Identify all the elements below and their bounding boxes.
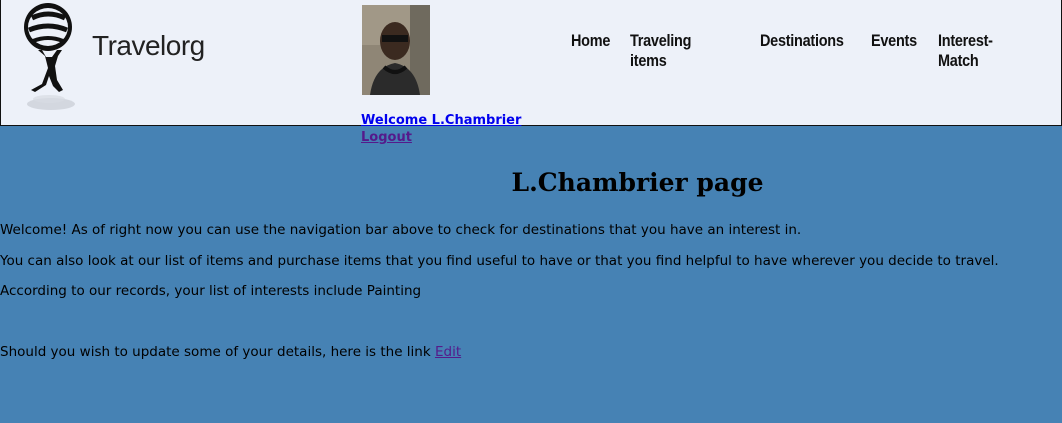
nav-events[interactable]: Events [871, 31, 917, 71]
items-paragraph: You can also look at our list of items a… [0, 253, 999, 269]
nav-interest-match[interactable]: Interest-Match [938, 31, 1031, 71]
atlas-logo-icon [24, 3, 75, 110]
update-paragraph: Should you wish to update some of your d… [0, 344, 461, 360]
edit-link[interactable]: Edit [435, 344, 461, 360]
avatar [362, 5, 430, 95]
welcome-user-link[interactable]: Welcome L.Chambrier [361, 113, 521, 129]
update-text: Should you wish to update some of your d… [0, 344, 435, 360]
logout-link[interactable]: Logout [361, 130, 412, 146]
brand-name: Travelorg [92, 30, 205, 61]
site-header: Travelorg Home Traveling items Destinati… [0, 0, 1062, 126]
interests-paragraph: According to our records, your list of i… [0, 283, 422, 299]
nav-destinations[interactable]: Destinations [760, 31, 844, 71]
main-nav: Home Traveling items Destinations Events… [571, 31, 1061, 71]
nav-traveling-items[interactable]: Traveling items [630, 31, 729, 71]
intro-paragraph: Welcome! As of right now you can use the… [0, 222, 802, 238]
nav-home[interactable]: Home [571, 31, 610, 71]
page-title: L.Chambrier page [511, 168, 764, 197]
